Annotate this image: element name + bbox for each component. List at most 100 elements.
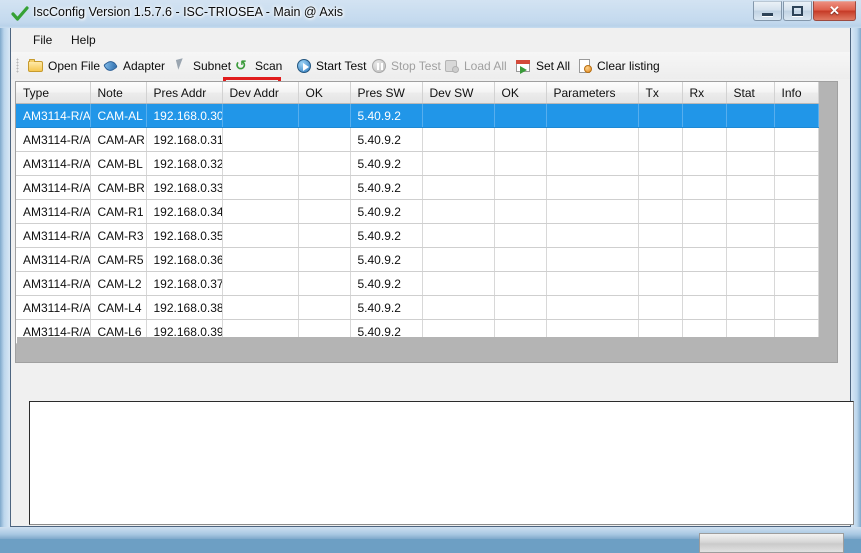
table-cell[interactable]	[638, 295, 683, 320]
grid-header-pres-sw[interactable]: Pres SW	[350, 82, 423, 104]
table-cell[interactable]	[774, 295, 819, 320]
table-cell[interactable]: 5.40.9.2	[350, 103, 423, 128]
table-cell[interactable]	[682, 127, 727, 152]
table-cell[interactable]	[726, 247, 775, 272]
grid-header-rx[interactable]: Rx	[682, 82, 727, 104]
table-cell[interactable]	[494, 295, 547, 320]
table-cell[interactable]: 5.40.9.2	[350, 247, 423, 272]
toolbar-gripper[interactable]	[16, 58, 19, 73]
table-cell[interactable]	[222, 199, 299, 224]
toolbar-open-file-button[interactable]: Open File	[23, 55, 105, 76]
table-cell[interactable]: 5.40.9.2	[350, 223, 423, 248]
table-cell[interactable]	[726, 175, 775, 200]
table-cell[interactable]: 192.168.0.35	[146, 223, 223, 248]
table-cell[interactable]	[638, 175, 683, 200]
table-row[interactable]: AM3114-R/A CAM-BR 192.168.0.33 5.40.9.2	[16, 175, 819, 200]
table-cell[interactable]: AM3114-R/A	[16, 295, 91, 320]
table-cell[interactable]: 192.168.0.30	[146, 103, 223, 128]
table-cell[interactable]: AM3114-R/A	[16, 271, 91, 296]
table-cell[interactable]	[638, 223, 683, 248]
table-cell[interactable]	[422, 247, 495, 272]
grid-header-parameters[interactable]: Parameters	[546, 82, 639, 104]
table-cell[interactable]: CAM-L2	[90, 271, 147, 296]
grid-header-ok-1[interactable]: OK	[298, 82, 351, 104]
table-cell[interactable]	[726, 271, 775, 296]
table-cell[interactable]	[298, 247, 351, 272]
table-cell[interactable]	[222, 103, 299, 128]
table-cell[interactable]	[546, 127, 639, 152]
table-cell[interactable]: CAM-R3	[90, 223, 147, 248]
table-cell[interactable]	[774, 151, 819, 176]
table-cell[interactable]	[494, 199, 547, 224]
table-cell[interactable]: AM3114-R/A	[16, 103, 91, 128]
table-row[interactable]: AM3114-R/A CAM-R3 192.168.0.35 5.40.9.2	[16, 223, 819, 248]
toolbar-set-all-button[interactable]: Set All	[511, 55, 575, 76]
menu-item-help[interactable]: Help	[63, 31, 104, 49]
table-row[interactable]: AM3114-R/A CAM-AR 192.168.0.31 5.40.9.2	[16, 127, 819, 152]
table-row[interactable]: AM3114-R/A CAM-R1 192.168.0.34 5.40.9.2	[16, 199, 819, 224]
table-cell[interactable]	[494, 127, 547, 152]
table-row[interactable]: AM3114-R/A CAM-R5 192.168.0.36 5.40.9.2	[16, 247, 819, 272]
table-cell[interactable]	[222, 151, 299, 176]
toolbar-adapter-button[interactable]: Adapter	[98, 55, 170, 76]
table-cell[interactable]	[726, 223, 775, 248]
table-cell[interactable]	[682, 103, 727, 128]
table-cell[interactable]	[494, 151, 547, 176]
table-cell[interactable]	[774, 271, 819, 296]
grid-header-info[interactable]: Info	[774, 82, 819, 104]
maximize-button[interactable]	[783, 1, 812, 21]
table-cell[interactable]	[546, 247, 639, 272]
table-cell[interactable]: CAM-AR	[90, 127, 147, 152]
table-cell[interactable]	[298, 223, 351, 248]
table-row[interactable]: AM3114-R/A CAM-BL 192.168.0.32 5.40.9.2	[16, 151, 819, 176]
table-cell[interactable]	[494, 223, 547, 248]
table-cell[interactable]: CAM-R1	[90, 199, 147, 224]
table-cell[interactable]	[774, 223, 819, 248]
table-cell[interactable]: AM3114-R/A	[16, 175, 91, 200]
table-cell[interactable]: CAM-BR	[90, 175, 147, 200]
table-cell[interactable]	[494, 175, 547, 200]
table-cell[interactable]	[774, 175, 819, 200]
table-cell[interactable]	[638, 103, 683, 128]
table-cell[interactable]: 192.168.0.36	[146, 247, 223, 272]
table-cell[interactable]	[422, 151, 495, 176]
table-cell[interactable]	[546, 103, 639, 128]
table-cell[interactable]	[546, 175, 639, 200]
table-cell[interactable]: 5.40.9.2	[350, 199, 423, 224]
table-cell[interactable]: 5.40.9.2	[350, 175, 423, 200]
table-cell[interactable]	[494, 103, 547, 128]
table-cell[interactable]: 5.40.9.2	[350, 151, 423, 176]
table-cell[interactable]	[682, 175, 727, 200]
table-cell[interactable]	[726, 151, 775, 176]
table-cell[interactable]: CAM-L4	[90, 295, 147, 320]
log-output-textbox[interactable]	[29, 401, 854, 525]
table-cell[interactable]: AM3114-R/A	[16, 127, 91, 152]
table-cell[interactable]	[638, 271, 683, 296]
table-cell[interactable]	[298, 295, 351, 320]
table-cell[interactable]	[726, 127, 775, 152]
table-cell[interactable]	[298, 127, 351, 152]
table-cell[interactable]	[546, 199, 639, 224]
title-bar[interactable]: IscConfig Version 1.5.7.6 - ISC-TRIOSEA …	[0, 0, 861, 28]
table-cell[interactable]	[682, 247, 727, 272]
table-cell[interactable]	[422, 295, 495, 320]
grid-header-note[interactable]: Note	[90, 82, 147, 104]
table-cell[interactable]: CAM-AL	[90, 103, 147, 128]
table-cell[interactable]	[774, 127, 819, 152]
minimize-button[interactable]	[753, 1, 782, 21]
table-cell[interactable]: 192.168.0.37	[146, 271, 223, 296]
table-cell[interactable]: 192.168.0.38	[146, 295, 223, 320]
table-cell[interactable]: 192.168.0.32	[146, 151, 223, 176]
table-cell[interactable]	[546, 151, 639, 176]
table-cell[interactable]	[298, 151, 351, 176]
table-cell[interactable]: 5.40.9.2	[350, 271, 423, 296]
table-cell[interactable]	[222, 175, 299, 200]
table-cell[interactable]	[422, 271, 495, 296]
table-cell[interactable]: 5.40.9.2	[350, 295, 423, 320]
table-cell[interactable]	[222, 223, 299, 248]
table-cell[interactable]: 192.168.0.31	[146, 127, 223, 152]
table-row[interactable]: AM3114-R/A CAM-AL 192.168.0.30 5.40.9.2	[16, 103, 819, 128]
table-cell[interactable]	[494, 247, 547, 272]
table-cell[interactable]: AM3114-R/A	[16, 151, 91, 176]
device-grid[interactable]: Type Note Pres Addr Dev Addr OK Pres SW …	[16, 82, 819, 344]
